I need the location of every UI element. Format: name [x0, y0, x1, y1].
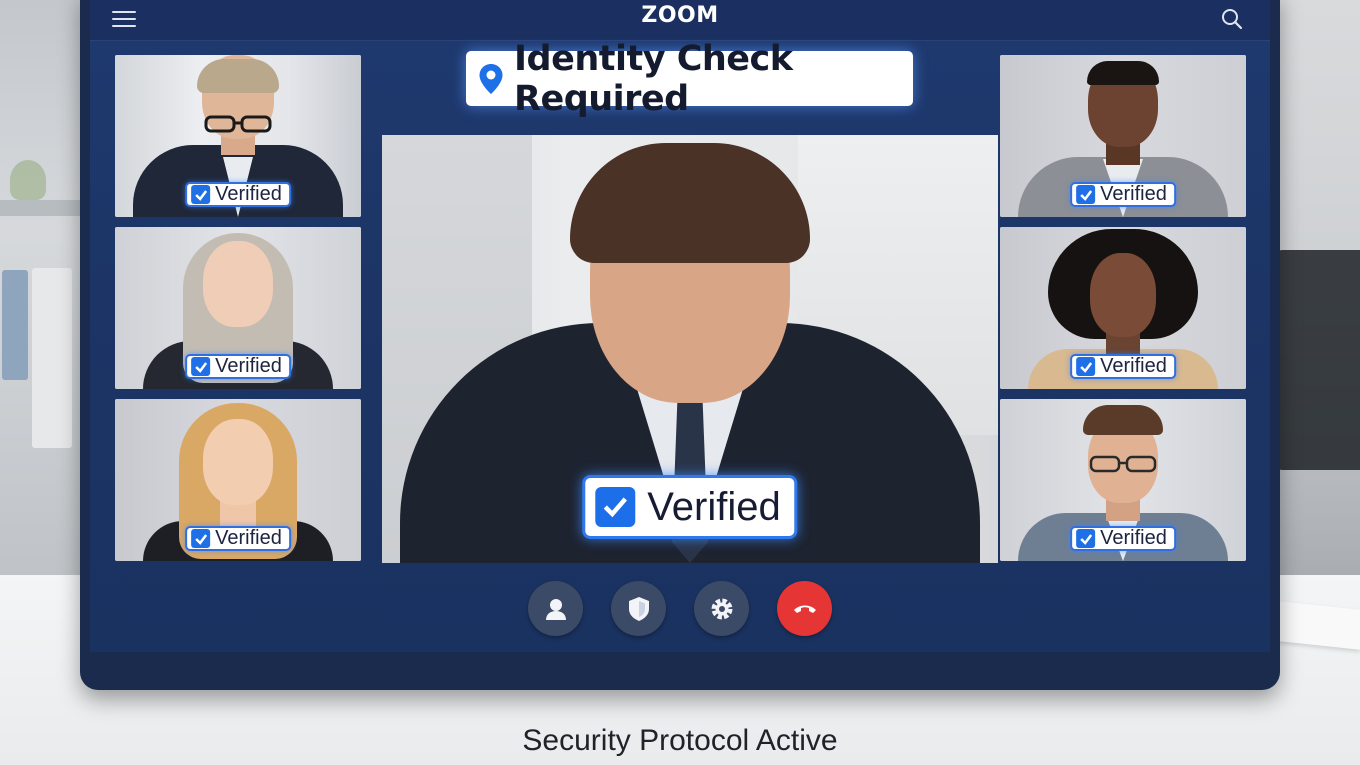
- settings-button[interactable]: [694, 581, 749, 636]
- main-speaker-video[interactable]: Verified: [382, 135, 998, 563]
- participant-button[interactable]: [528, 581, 583, 636]
- app-logo: ZOOM: [641, 3, 719, 28]
- verified-badge: Verified: [1070, 526, 1176, 551]
- verified-badge: Verified: [1070, 354, 1176, 379]
- search-icon[interactable]: [1220, 7, 1244, 31]
- background-shelf: [0, 200, 85, 216]
- monitor: ZOOM Verified Verified Verified Verified…: [80, 0, 1280, 690]
- checkbox-icon: [191, 529, 211, 548]
- top-bar: ZOOM: [90, 0, 1270, 41]
- checkbox-icon: [1076, 529, 1096, 548]
- user-icon: [545, 598, 566, 620]
- banner-text: Identity Check Required: [514, 38, 793, 119]
- avatar: [203, 419, 273, 505]
- end-call-button[interactable]: [777, 581, 832, 636]
- checkbox-icon: [191, 357, 211, 376]
- glasses: [1087, 455, 1159, 473]
- identity-check-banner: Identity Check Required: [466, 39, 913, 119]
- avatar: [203, 241, 273, 327]
- verified-badge: Verified: [185, 182, 291, 207]
- checkbox-icon: [1076, 185, 1096, 204]
- participant-tile[interactable]: Verified: [115, 55, 361, 217]
- zoom-window: ZOOM Verified Verified Verified Verified…: [90, 0, 1270, 652]
- background-binder: [2, 270, 28, 380]
- shield-icon: [628, 596, 649, 621]
- verified-badge: Verified: [185, 354, 291, 379]
- caption: Security Protocol Active: [522, 724, 838, 757]
- location-pin-icon: [478, 63, 504, 95]
- glasses: [202, 115, 274, 133]
- participant-tile[interactable]: Verified: [115, 227, 361, 389]
- gear-icon: [711, 598, 732, 619]
- verified-badge-main: Verified: [582, 475, 798, 539]
- participant-tile[interactable]: Verified: [1000, 399, 1246, 561]
- participant-tile[interactable]: Verified: [115, 399, 361, 561]
- hang-up-icon: [793, 605, 816, 613]
- checkbox-icon: [1076, 357, 1096, 376]
- verified-badge: Verified: [1070, 182, 1176, 207]
- participant-tile[interactable]: Verified: [1000, 227, 1246, 389]
- checkbox-icon: [191, 185, 211, 204]
- avatar: [1090, 253, 1156, 337]
- background-monitor: [1278, 250, 1360, 470]
- background-binder: [32, 268, 72, 448]
- checkbox-icon: [595, 487, 636, 527]
- security-button[interactable]: [611, 581, 666, 636]
- background-plant: [10, 160, 46, 200]
- participant-tile[interactable]: Verified: [1000, 55, 1246, 217]
- verified-badge: Verified: [185, 526, 291, 551]
